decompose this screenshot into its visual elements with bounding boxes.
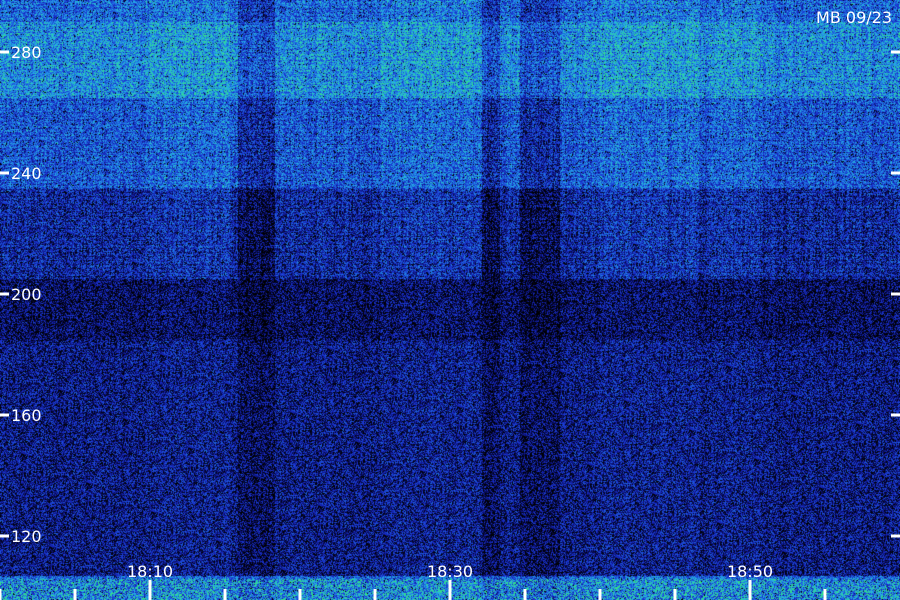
chart-axes: MB 09/23 120 160 200 240 280 18:10 18:30 18:50 [0,8,900,600]
y-tick-label: 200 [11,285,42,304]
y-axis: 120 160 200 240 280 [0,43,900,546]
x-tick-label: 18:50 [727,562,773,581]
y-tick-label: 280 [11,43,42,62]
y-tick-label: 120 [11,527,42,546]
y-tick-label: 160 [11,406,42,425]
y-tick-label: 240 [11,164,42,183]
x-tick-label: 18:30 [427,562,473,581]
watermark-label: MB 09/23 [816,8,892,27]
spectrogram-chart: MB 09/23 120 160 200 240 280 18:10 18:30 18:50 [0,0,900,600]
x-tick-label: 18:10 [127,562,173,581]
x-axis: 18:10 18:30 18:50 [0,562,827,600]
